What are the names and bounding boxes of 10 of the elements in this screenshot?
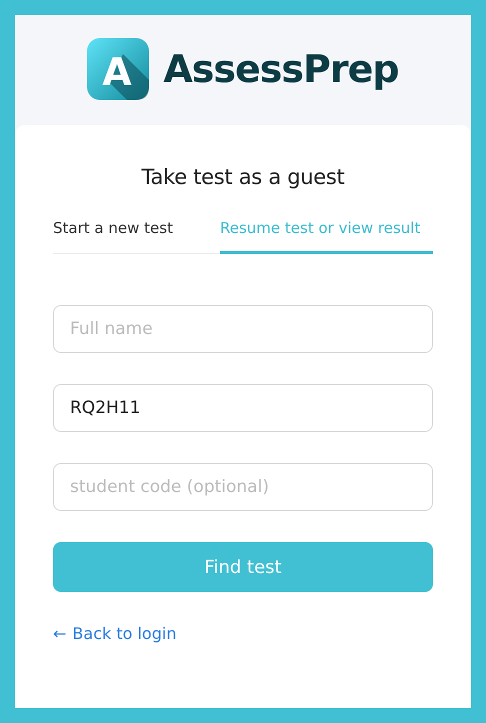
input-field[interactable]: Full name [53,305,433,353]
brand-name: AssessPrep [163,47,399,91]
back-to-login-link[interactable]: ← Back to login [53,624,176,643]
input-field[interactable]: student code (optional) [53,463,433,511]
input-field[interactable]: RQ2H11 [53,384,433,432]
logo-icon: A [87,38,150,100]
form-title: Take test as a guest [140,165,346,189]
tab[interactable]: Start a new test [53,219,220,254]
find-test-button[interactable]: Find test [53,542,433,592]
tab[interactable]: Resume test or view result [220,219,433,254]
